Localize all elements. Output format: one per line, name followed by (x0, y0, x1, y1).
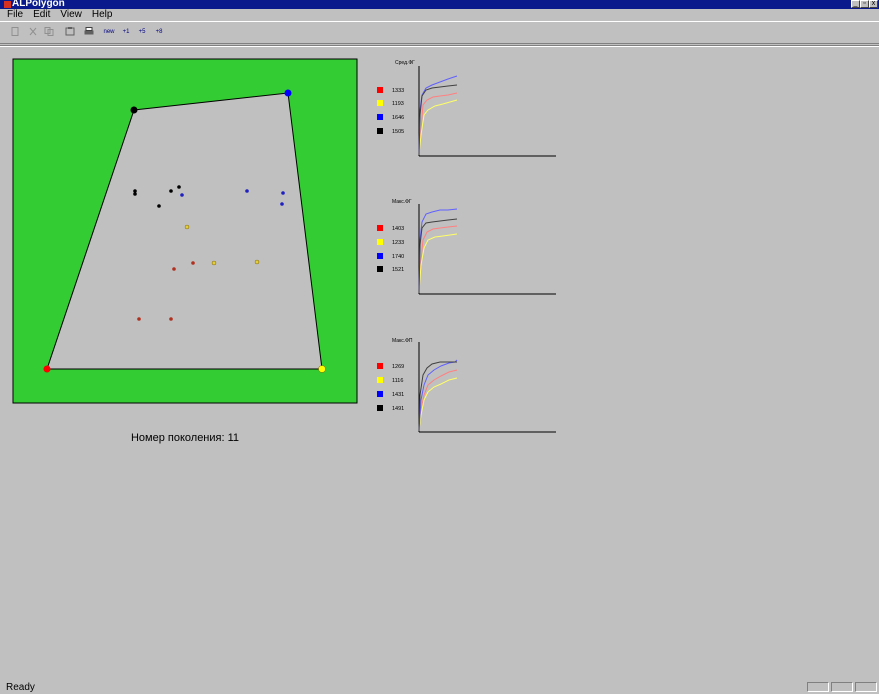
agent-point (137, 317, 141, 321)
series-black (418, 361, 457, 432)
legend-value: 1740 (392, 254, 404, 260)
vertex-red[interactable] (43, 365, 51, 373)
series-blue (418, 75, 458, 156)
legend-swatch (377, 253, 383, 259)
legend-swatch (377, 225, 383, 231)
legend-swatch (377, 114, 383, 120)
chart-title: Сред.ФГ (395, 60, 415, 66)
vertex-black[interactable] (130, 106, 138, 114)
generation-caption: Номер поколения: (130, 432, 225, 444)
series-black (418, 218, 458, 294)
series-yellow (418, 233, 458, 294)
legend-value: 1491 (392, 406, 404, 412)
legend-value: 1269 (392, 364, 404, 370)
legend-swatch (377, 87, 383, 93)
status-text: Ready (6, 682, 35, 693)
legend-swatch (377, 266, 383, 272)
legend-value: 1233 (392, 240, 404, 246)
vertex-blue[interactable] (284, 89, 292, 97)
status-pane-scrl (855, 682, 877, 692)
agent-point (172, 267, 176, 271)
series-red (418, 225, 458, 294)
status-pane-num (831, 682, 853, 692)
agent-point (211, 260, 217, 266)
generation-label: Номер поколения: 11 (0, 432, 370, 444)
legend-swatch (377, 363, 383, 369)
vertex-yellow[interactable] (318, 365, 326, 373)
agent-point (184, 224, 190, 230)
legend-value: 1116 (392, 378, 403, 384)
legend-value: 1521 (392, 267, 404, 273)
chart-title: Макс.ФГ (392, 199, 412, 205)
series-red (418, 92, 458, 156)
legend-swatch (377, 239, 383, 245)
main-canvas: Сред.ФГ 1333 1193 1646 1505 Макс.ФГ 1403… (12, 58, 556, 433)
legend-swatch (377, 405, 383, 411)
legend-swatch (377, 391, 383, 397)
chart-avg-fg: Сред.ФГ 1333 1193 1646 1505 (377, 60, 556, 157)
generation-number: 11 (227, 432, 240, 444)
series-black (418, 84, 458, 156)
agent-point (169, 189, 173, 193)
legend-value: 1193 (392, 101, 404, 107)
agent-point (191, 261, 195, 265)
legend-value: 1505 (392, 129, 404, 135)
series-blue (418, 359, 458, 432)
agent-point (245, 189, 249, 193)
agent-point (133, 192, 137, 196)
series-yellow (418, 99, 458, 156)
legend-value: 1333 (392, 88, 404, 94)
agent-point (281, 191, 285, 195)
chart-max-fp: Макс.ФП 1269 1116 1431 1491 (377, 338, 556, 433)
legend-swatch (377, 100, 383, 106)
chart-max-fg: Макс.ФГ 1403 1233 1740 1521 (377, 199, 556, 295)
status-pane-caps (807, 682, 829, 692)
agent-point (177, 185, 181, 189)
legend-value: 1403 (392, 226, 404, 232)
status-bar: Ready (0, 681, 879, 693)
chart-title: Макс.ФП (392, 338, 413, 344)
agent-point (280, 202, 284, 206)
agent-point (254, 259, 260, 265)
series-yellow (418, 377, 458, 432)
agent-point (180, 193, 184, 197)
legend-value: 1431 (392, 392, 404, 398)
agent-point (169, 317, 173, 321)
legend-swatch (377, 128, 383, 134)
legend-swatch (377, 377, 383, 383)
agent-point (157, 204, 161, 208)
legend-value: 1646 (392, 115, 404, 121)
